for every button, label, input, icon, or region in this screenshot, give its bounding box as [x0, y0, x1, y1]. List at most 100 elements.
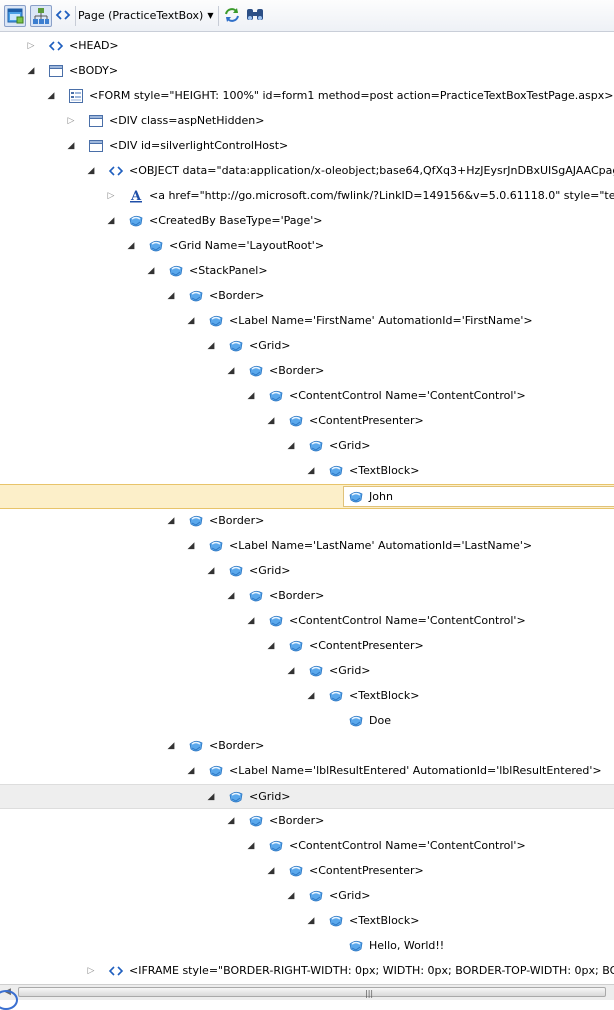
- tree-row[interactable]: ◢ <Label Name='lblResultEntered' Automati…: [0, 759, 614, 784]
- tree-row[interactable]: ◢ <Grid>: [0, 784, 614, 809]
- tree-row[interactable]: ◢ <ContentPresenter>: [0, 859, 614, 884]
- expand-arrow-icon[interactable]: ▷: [86, 966, 96, 976]
- tree-row[interactable]: ◢ <Grid>: [0, 434, 614, 459]
- tree-row[interactable]: ◢ <Grid>: [0, 334, 614, 359]
- tree-row[interactable]: ▷ A <a href="http://go.microsoft.com/fwlin…: [0, 184, 614, 209]
- collapse-arrow-icon[interactable]: ◢: [286, 441, 296, 451]
- tree-row[interactable]: ◢ <FORM style="HEIGHT: 100%" id=form1 met…: [0, 84, 614, 109]
- tree-node-label: <Border>: [269, 364, 325, 377]
- tree-row[interactable]: ◢ <Border>: [0, 509, 614, 534]
- tree-node-label: <TextBlock>: [349, 689, 420, 702]
- scrollbar-thumb[interactable]: |||: [18, 987, 606, 998]
- collapse-arrow-icon[interactable]: ◢: [266, 641, 276, 651]
- tree-row[interactable]: ◢ <TextBlock>: [0, 459, 614, 484]
- tree-row[interactable]: ◢ <BODY>: [0, 59, 614, 84]
- collapse-arrow-icon[interactable]: ◢: [186, 766, 196, 776]
- collapse-arrow-icon[interactable]: ◢: [306, 916, 316, 926]
- collapse-arrow-icon[interactable]: ◢: [166, 291, 176, 301]
- expand-arrow-icon[interactable]: ▷: [66, 116, 76, 126]
- collapse-arrow-icon[interactable]: ◢: [266, 866, 276, 876]
- find-icon[interactable]: [245, 5, 267, 27]
- tree-row[interactable]: John: [0, 484, 614, 509]
- tree-row[interactable]: ◢ <ContentPresenter>: [0, 634, 614, 659]
- collapse-arrow-icon[interactable]: ◢: [226, 816, 236, 826]
- tree-node-label: <IFRAME style="BORDER-RIGHT-WIDTH: 0px; …: [129, 964, 614, 977]
- tree-row[interactable]: ◢ <ContentControl Name='ContentControl'>: [0, 609, 614, 634]
- window-icon[interactable]: [4, 5, 26, 27]
- collapse-arrow-icon[interactable]: ◢: [46, 91, 56, 101]
- silverlight-icon: [188, 513, 204, 529]
- tree-row[interactable]: ◢ <Grid>: [0, 559, 614, 584]
- tree-row[interactable]: ◢ <ContentControl Name='ContentControl'>: [0, 834, 614, 859]
- collapse-arrow-icon[interactable]: ◢: [306, 466, 316, 476]
- tree-row[interactable]: ◢ <TextBlock>: [0, 684, 614, 709]
- collapse-arrow-icon[interactable]: ◢: [206, 341, 216, 351]
- silverlight-icon: [248, 588, 264, 604]
- collapse-arrow-icon[interactable]: ◢: [186, 541, 196, 551]
- toolbar-separator: [218, 6, 219, 26]
- tree-row[interactable]: ◢ <Border>: [0, 584, 614, 609]
- collapse-arrow-icon[interactable]: ◢: [66, 141, 76, 151]
- silverlight-icon: [308, 663, 324, 679]
- collapse-arrow-icon[interactable]: ◢: [246, 391, 256, 401]
- tree-node-label: <Grid Name='LayoutRoot'>: [169, 239, 325, 252]
- tree-view-icon[interactable]: [30, 5, 52, 27]
- tag-view-icon[interactable]: [53, 5, 75, 27]
- collapse-arrow-icon[interactable]: ◢: [146, 266, 156, 276]
- collapse-arrow-icon[interactable]: ◢: [206, 566, 216, 576]
- page-selector-label: Page (PracticeTextBox): [78, 9, 204, 22]
- form-icon: [68, 88, 84, 104]
- expand-arrow-icon[interactable]: ▷: [106, 191, 116, 201]
- start-orb-icon: [0, 990, 18, 1010]
- tree-row[interactable]: ◢ <OBJECT data="data:application/x-oleobj…: [0, 159, 614, 184]
- refresh-icon[interactable]: [222, 5, 244, 27]
- collapse-arrow-icon[interactable]: ◢: [206, 792, 216, 802]
- tree-row[interactable]: ◢ <Grid>: [0, 884, 614, 909]
- collapse-arrow-icon[interactable]: ◢: [106, 216, 116, 226]
- tree-row[interactable]: ◢ <StackPanel>: [0, 259, 614, 284]
- tree-row[interactable]: ◢ <Grid>: [0, 659, 614, 684]
- tree-row[interactable]: ◢ <Label Name='FirstName' AutomationId='F…: [0, 309, 614, 334]
- tree-row[interactable]: ▷ <HEAD>: [0, 34, 614, 59]
- tree-row[interactable]: ◢ <Border>: [0, 284, 614, 309]
- html-tag-icon: [108, 963, 124, 979]
- collapse-arrow-icon[interactable]: ◢: [126, 241, 136, 251]
- collapse-arrow-icon[interactable]: ◢: [226, 591, 236, 601]
- collapse-arrow-icon[interactable]: ◢: [166, 741, 176, 751]
- collapse-arrow-icon[interactable]: ◢: [26, 66, 36, 76]
- collapse-arrow-icon[interactable]: ◢: [306, 691, 316, 701]
- collapse-arrow-icon[interactable]: ◢: [186, 316, 196, 326]
- collapse-arrow-icon[interactable]: ◢: [246, 841, 256, 851]
- page-selector-combo[interactable]: Page (PracticeTextBox) ▼: [78, 6, 214, 26]
- silverlight-icon: [208, 538, 224, 554]
- tree-row[interactable]: ◢ <DIV id=silverlightControlHost>: [0, 134, 614, 159]
- tree-row[interactable]: ◢ <ContentControl Name='ContentControl'>: [0, 384, 614, 409]
- tree-row[interactable]: Doe: [0, 709, 614, 734]
- tree-row[interactable]: ◢ <TextBlock>: [0, 909, 614, 934]
- tree-row[interactable]: ▷ <DIV class=aspNetHidden>: [0, 109, 614, 134]
- tree-row[interactable]: ◢ <Border>: [0, 809, 614, 834]
- tree-row[interactable]: ◢ <Border>: [0, 359, 614, 384]
- horizontal-scrollbar[interactable]: ◀ |||: [0, 984, 614, 1000]
- collapse-arrow-icon[interactable]: ◢: [286, 891, 296, 901]
- tree-node-label: Doe: [369, 714, 391, 727]
- tree-node-label: <ContentPresenter>: [309, 864, 424, 877]
- html-tag-icon: [48, 38, 64, 54]
- tree-row[interactable]: ◢ <Label Name='LastName' AutomationId='La…: [0, 534, 614, 559]
- collapse-arrow-icon[interactable]: ◢: [226, 366, 236, 376]
- dom-tree: ▷ <HEAD> ◢ <BODY> ◢ <FORM style="HEIGHT: 100%…: [0, 34, 614, 984]
- collapse-arrow-icon[interactable]: ◢: [286, 666, 296, 676]
- tree-row[interactable]: ◢ <Border>: [0, 734, 614, 759]
- collapse-arrow-icon[interactable]: ◢: [86, 166, 96, 176]
- collapse-arrow-icon[interactable]: ◢: [246, 616, 256, 626]
- expand-arrow-icon[interactable]: ▷: [26, 41, 36, 51]
- tree-node-label: <ContentPresenter>: [309, 639, 424, 652]
- tree-row[interactable]: ▷ <IFRAME style="BORDER-RIGHT-WIDTH: 0px;…: [0, 959, 614, 984]
- tree-row[interactable]: ◢ <Grid Name='LayoutRoot'>: [0, 234, 614, 259]
- tree-row[interactable]: ◢ <CreatedBy BaseType='Page'>: [0, 209, 614, 234]
- tree-node-label: <DIV id=silverlightControlHost>: [109, 139, 289, 152]
- tree-row[interactable]: Hello, World!!: [0, 934, 614, 959]
- tree-row[interactable]: ◢ <ContentPresenter>: [0, 409, 614, 434]
- collapse-arrow-icon[interactable]: ◢: [166, 516, 176, 526]
- collapse-arrow-icon[interactable]: ◢: [266, 416, 276, 426]
